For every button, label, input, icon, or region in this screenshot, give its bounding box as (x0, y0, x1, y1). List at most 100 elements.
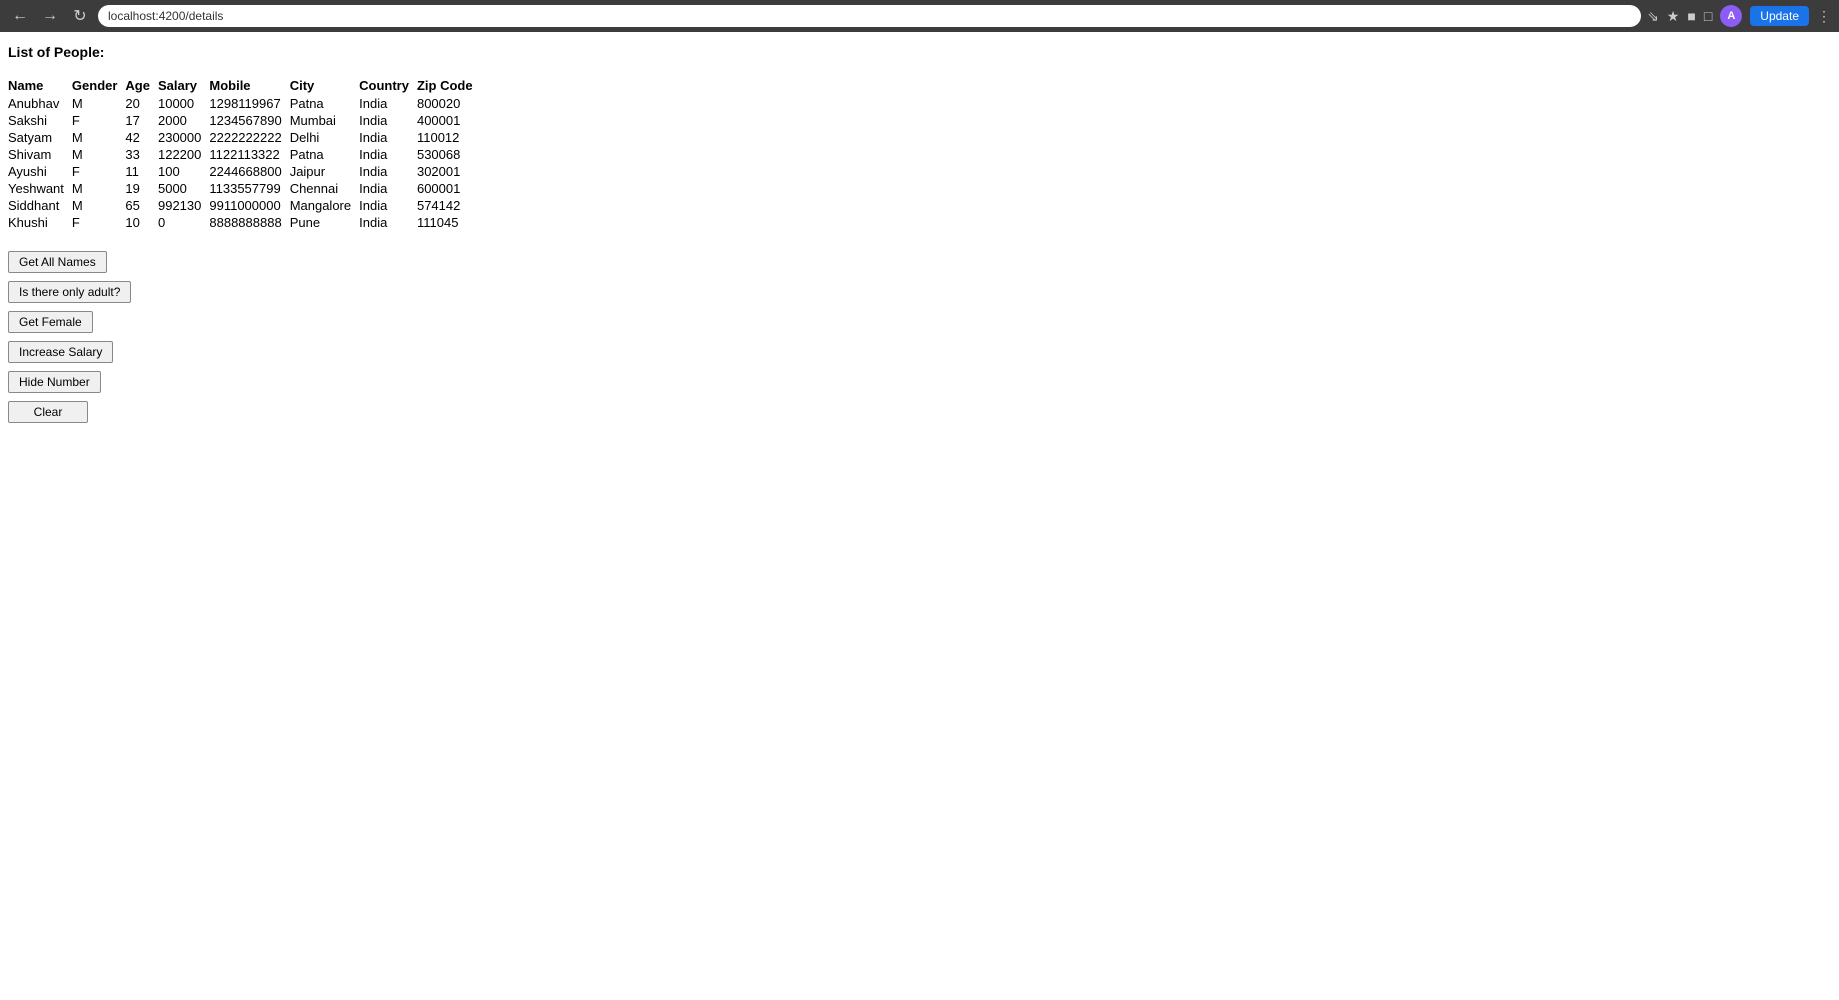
col-country: Country (359, 76, 417, 95)
table-cell: 11 (125, 163, 158, 180)
table-row: KhushiF1008888888888PuneIndia111045 (8, 214, 481, 231)
table-cell: Siddhant (8, 197, 72, 214)
page-content: List of People: Name Gender Age Salary M… (0, 32, 1839, 435)
table-row: SiddhantM659921309911000000MangaloreIndi… (8, 197, 481, 214)
table-cell: Pune (290, 214, 359, 231)
table-cell: 1298119967 (209, 95, 289, 112)
table-cell: 42 (125, 129, 158, 146)
table-cell: India (359, 214, 417, 231)
table-cell: M (72, 129, 126, 146)
table-cell: Delhi (290, 129, 359, 146)
table-cell: F (72, 112, 126, 129)
get-female-button[interactable]: Get Female (8, 311, 93, 333)
table-cell: M (72, 197, 126, 214)
hide-number-button[interactable]: Hide Number (8, 371, 101, 393)
col-city: City (290, 76, 359, 95)
table-row: SakshiF1720001234567890MumbaiIndia400001 (8, 112, 481, 129)
table-cell: Patna (290, 95, 359, 112)
table-cell: 530068 (417, 146, 481, 163)
table-cell: Shivam (8, 146, 72, 163)
table-cell: 1234567890 (209, 112, 289, 129)
clear-button[interactable]: Clear (8, 401, 88, 423)
table-cell: Khushi (8, 214, 72, 231)
table-row: AnubhavM20100001298119967PatnaIndia80002… (8, 95, 481, 112)
table-cell: Mumbai (290, 112, 359, 129)
menu-icon[interactable]: ⋮ (1817, 8, 1831, 25)
table-cell: 574142 (417, 197, 481, 214)
reload-button[interactable]: ↻ (68, 4, 92, 28)
share-icon[interactable]: ⇘ (1647, 8, 1659, 25)
table-cell: 17 (125, 112, 158, 129)
table-cell: 1133557799 (209, 180, 289, 197)
table-cell: India (359, 95, 417, 112)
update-button[interactable]: Update (1750, 6, 1809, 26)
table-cell: India (359, 180, 417, 197)
table-row: AyushiF111002244668800JaipurIndia302001 (8, 163, 481, 180)
profile-icon[interactable]: □ (1704, 8, 1712, 24)
table-cell: 110012 (417, 129, 481, 146)
table-cell: Mangalore (290, 197, 359, 214)
table-cell: 2222222222 (209, 129, 289, 146)
table-cell: 10000 (158, 95, 209, 112)
table-cell: 8888888888 (209, 214, 289, 231)
col-gender: Gender (72, 76, 126, 95)
table-cell: 800020 (417, 95, 481, 112)
table-cell: Anubhav (8, 95, 72, 112)
table-cell: India (359, 146, 417, 163)
back-button[interactable]: ← (8, 4, 32, 28)
get-all-names-button[interactable]: Get All Names (8, 251, 107, 273)
table-row: YeshwantM1950001133557799ChennaiIndia600… (8, 180, 481, 197)
table-cell: Satyam (8, 129, 72, 146)
browser-actions: ⇘ ★ ■ □ A Update ⋮ (1647, 5, 1831, 27)
col-zipcode: Zip Code (417, 76, 481, 95)
table-cell: 400001 (417, 112, 481, 129)
page-title: List of People: (8, 44, 1831, 60)
table-cell: 10 (125, 214, 158, 231)
col-mobile: Mobile (209, 76, 289, 95)
table-cell: Ayushi (8, 163, 72, 180)
table-cell: M (72, 95, 126, 112)
table-cell: 230000 (158, 129, 209, 146)
col-age: Age (125, 76, 158, 95)
table-cell: 111045 (417, 214, 481, 231)
table-cell: 992130 (158, 197, 209, 214)
table-cell: 2244668800 (209, 163, 289, 180)
table-cell: M (72, 180, 126, 197)
table-cell: F (72, 163, 126, 180)
table-cell: 9911000000 (209, 197, 289, 214)
address-bar[interactable]: localhost:4200/details (98, 5, 1641, 27)
table-cell: 19 (125, 180, 158, 197)
table-cell: 33 (125, 146, 158, 163)
url-text: localhost:4200/details (108, 9, 223, 23)
col-name: Name (8, 76, 72, 95)
people-table: Name Gender Age Salary Mobile City Count… (8, 76, 481, 231)
table-cell: M (72, 146, 126, 163)
table-cell: 5000 (158, 180, 209, 197)
table-cell: Sakshi (8, 112, 72, 129)
table-cell: Chennai (290, 180, 359, 197)
increase-salary-button[interactable]: Increase Salary (8, 341, 113, 363)
avatar[interactable]: A (1720, 5, 1742, 27)
table-cell: 600001 (417, 180, 481, 197)
table-cell: Yeshwant (8, 180, 72, 197)
table-cell: India (359, 197, 417, 214)
table-cell: Patna (290, 146, 359, 163)
table-cell: 302001 (417, 163, 481, 180)
table-cell: India (359, 112, 417, 129)
table-cell: Jaipur (290, 163, 359, 180)
col-salary: Salary (158, 76, 209, 95)
forward-button[interactable]: → (38, 4, 62, 28)
table-cell: 65 (125, 197, 158, 214)
bookmark-icon[interactable]: ★ (1667, 8, 1680, 25)
buttons-section: Get All Names Is there only adult? Get F… (8, 251, 1831, 423)
table-row: ShivamM331222001122113322PatnaIndia53006… (8, 146, 481, 163)
table-row: SatyamM422300002222222222DelhiIndia11001… (8, 129, 481, 146)
table-cell: India (359, 163, 417, 180)
table-header-row: Name Gender Age Salary Mobile City Count… (8, 76, 481, 95)
table-cell: 122200 (158, 146, 209, 163)
table-cell: 0 (158, 214, 209, 231)
table-cell: 2000 (158, 112, 209, 129)
table-cell: India (359, 129, 417, 146)
extensions-icon[interactable]: ■ (1687, 8, 1695, 24)
is-adult-button[interactable]: Is there only adult? (8, 281, 131, 303)
